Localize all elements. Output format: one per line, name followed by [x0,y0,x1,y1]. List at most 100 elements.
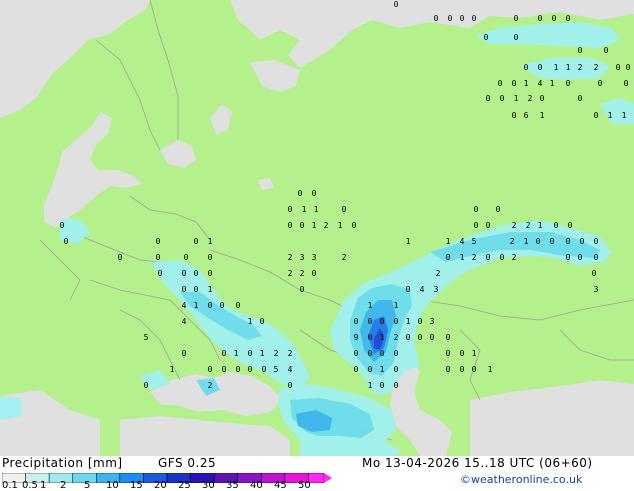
precipitation-map: 00 0 0 0 0 0 0 00 00 00 0 1 1 2 2 0 00 0 1 4 1 0 0 00 0 1 2 0 00 6 1 0 1… [0,0,634,456]
precip-value-label: 2 [208,381,213,390]
precip-value-label: 0 [552,14,557,23]
precip-value-label: 1 [312,221,317,230]
precip-value-label: 0 [616,63,621,72]
precip-value-label: 0 [598,79,603,88]
scale-tick-label: 2 [60,480,67,491]
precip-value-label: 0 [448,14,453,23]
precip-value-label: 0 [368,333,373,342]
precip-value-label: 0 [566,253,571,262]
precip-value-label: 1 [338,221,343,230]
precip-value-label: 1 [488,365,493,374]
precip-value-label: 4 [288,365,293,374]
precip-value-label: 2 [436,269,441,278]
precip-value-label: 0 [568,221,573,230]
precip-value-label: 0 [64,237,69,246]
precip-value-label: 0 [220,301,225,310]
precip-value-label: 0 [472,14,477,23]
precip-value-label: 2 [594,63,599,72]
precip-value-label: 1 [368,301,373,310]
precip-value-label: 0 [394,0,399,9]
precip-value-label: 0 [158,269,163,278]
precip-value-label: 0 [524,63,529,72]
precip-value-label: 0 [624,79,629,88]
precip-value-label: 0 [484,33,489,42]
precip-value-label: 1 [194,301,199,310]
precip-value-label: 5 [144,333,149,342]
precip-value-label: 0 [538,14,543,23]
precip-value-label: 0 [578,94,583,103]
precip-value-label: 2 [578,63,583,72]
precip-value-label: 0 [512,79,517,88]
precip-value-label: 1 [524,79,529,88]
precip-value-label: 0 [194,237,199,246]
scale-tick-label: 1 [40,480,47,491]
precip-value-label: 0 [394,349,399,358]
precip-value-label: 0 [312,269,317,278]
map-title: Precipitation [mm] [2,456,123,470]
precip-value-label: 2 [526,221,531,230]
precip-value-label: 0 [248,365,253,374]
scale-tick-label: 15 [130,480,143,491]
precip-value-label: 4 [182,317,187,326]
scale-tick-label: 0.5 [22,480,38,491]
precip-value-label: 0 [236,301,241,310]
precip-value-label: 0 [500,94,505,103]
precip-value-label: 0 [406,333,411,342]
precip-value-label: 0 [580,237,585,246]
precip-value-label: 5 [472,237,477,246]
precip-value-label: 2 [510,237,515,246]
precip-value-label: 3 [434,285,439,294]
precip-value-label: 2 [288,349,293,358]
precip-value-label: 0 [434,14,439,23]
precip-value-label: 0 [156,253,161,262]
precip-value-label: 0 [514,14,519,23]
precip-value-label: 4 [538,79,543,88]
precip-value-label: 4 [460,237,465,246]
credit-link[interactable]: ©weatheronline.co.uk [460,473,582,486]
precip-value-label: 0 [60,221,65,230]
precip-value-label: 0 [486,221,491,230]
precip-value-label: 1 [538,221,543,230]
precip-value-label: 0 [288,205,293,214]
precip-value-label: 0 [460,365,465,374]
precip-value-label: 1 [302,205,307,214]
precip-value-label: 0 [300,221,305,230]
precip-value-label: 1 [460,253,465,262]
valid-time: Mo 13-04-2026 15..18 UTC (06+60) [362,456,593,470]
precip-value-label: 2 [394,333,399,342]
precip-value-label: 1 [248,317,253,326]
precip-value-label: 0 [604,46,609,55]
precip-value-label: 0 [626,63,631,72]
precip-value-label: 1 [550,79,555,88]
precip-value-label: 2 [528,94,533,103]
precip-value-label: 0 [446,253,451,262]
scale-tick-label: 0.1 [2,480,18,491]
precip-value-label: 0 [578,46,583,55]
precip-value-label: 0 [594,253,599,262]
precip-value-label: 2 [342,253,347,262]
precip-value-label: 0 [554,221,559,230]
precip-value-label: 0 [236,365,241,374]
precip-value-label: 0 [536,237,541,246]
precip-value-label: 0 [418,333,423,342]
precip-value-label: 0 [430,333,435,342]
precip-value-label: 0 [460,14,465,23]
precip-value-label: 2 [288,253,293,262]
precip-value-label: 3 [300,253,305,262]
precip-value-label: 0 [460,349,465,358]
precip-value-label: 1 [208,237,213,246]
scale-tick-label: 30 [202,480,215,491]
precip-value-label: 0 [474,205,479,214]
precip-value-label: 0 [262,365,267,374]
scale-tick-label: 20 [154,480,167,491]
precip-value-label: 1 [406,237,411,246]
precip-value-label: 1 [380,365,385,374]
precip-value-label: 0 [144,381,149,390]
precip-value-label: 1 [472,349,477,358]
precip-value-label: 1 [524,237,529,246]
precip-value-label: 0 [500,253,505,262]
precip-value-label: 1 [406,317,411,326]
precip-value-label: 0 [368,365,373,374]
precip-value-label: 0 [194,269,199,278]
precip-value-label: 1 [540,111,545,120]
